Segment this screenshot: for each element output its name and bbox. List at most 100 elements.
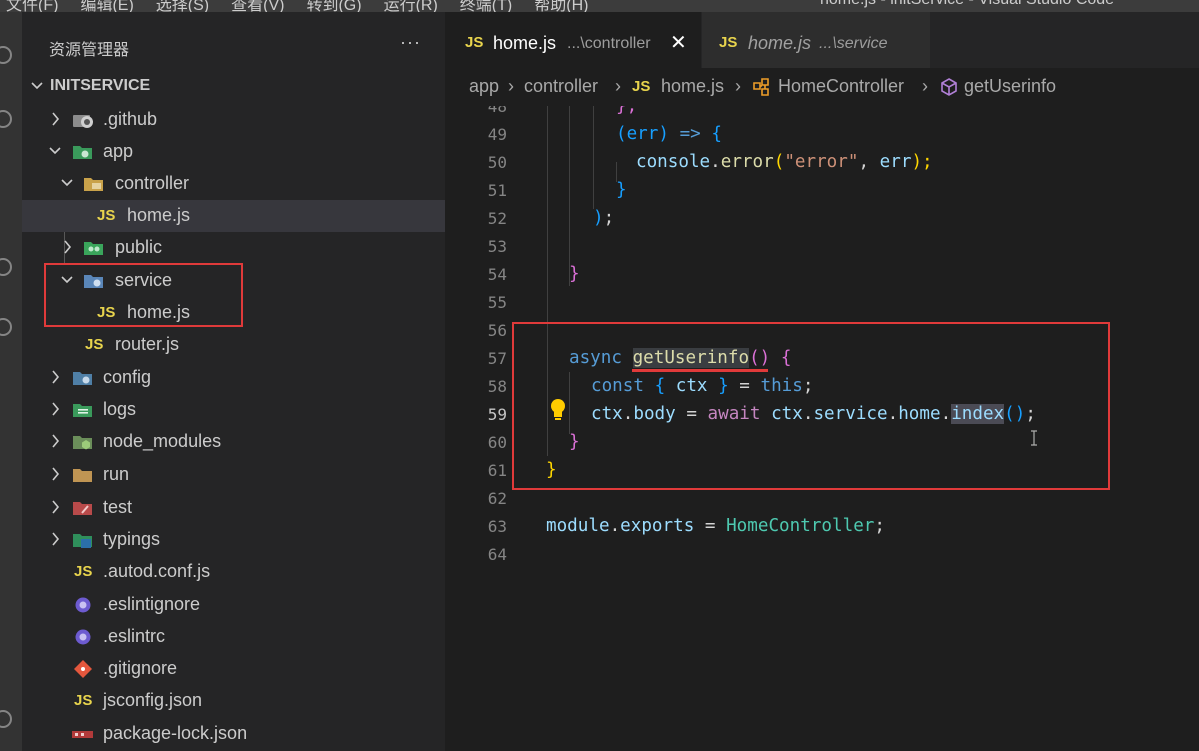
js-file-icon: JS [97, 207, 116, 224]
tree-item-gitignore[interactable]: .gitignore [22, 653, 445, 685]
breadcrumb-class[interactable]: HomeController [778, 76, 904, 97]
tree-item-router-js[interactable]: JS router.js [22, 329, 445, 361]
activity-bar [0, 12, 22, 751]
test-folder-icon [72, 499, 92, 517]
menu-help[interactable]: 帮助(H) [534, 0, 588, 12]
chevron-right-icon [48, 498, 62, 516]
tree-item-typings[interactable]: typings [22, 524, 445, 556]
code-token: module [546, 516, 610, 536]
tree-item-run[interactable]: run [22, 459, 445, 491]
line-number: 53 [487, 237, 507, 256]
method-icon [939, 77, 959, 102]
tree-item-label: .github [103, 109, 158, 129]
line-number: 61 [487, 461, 507, 480]
tree-item-label: .eslintrc [103, 626, 166, 646]
line-number: 56 [487, 321, 507, 340]
menu-file[interactable]: 文件(F) [6, 0, 58, 12]
indent-guide [593, 106, 594, 209]
tree-item-controller[interactable]: controller [22, 168, 445, 200]
tree-item-label: typings [103, 529, 161, 549]
chevron-right-icon [48, 110, 62, 128]
breadcrumb-app[interactable]: app [469, 76, 499, 97]
node-modules-folder-icon [72, 433, 92, 451]
breadcrumb-controller[interactable]: controller [524, 76, 598, 97]
more-actions-icon[interactable]: ··· [400, 32, 421, 53]
tab-controller-home-js[interactable]: JS home.js ...\controller ✕ [445, 12, 701, 68]
code-token: error [720, 152, 774, 172]
breadcrumb: app › controller › JS home.js › HomeCont… [445, 68, 1199, 106]
menu-selection[interactable]: 选择(S) [156, 0, 209, 12]
menu-go[interactable]: 转到(G) [306, 0, 361, 12]
editor-tabs: JS home.js ...\controller ✕ JS home.js .… [445, 12, 1199, 68]
tree-item-app[interactable]: app [22, 136, 445, 168]
code-token: , [858, 152, 880, 172]
explorer-title: 资源管理器 [49, 42, 130, 59]
breadcrumb-file[interactable]: home.js [661, 76, 724, 97]
highlight-box-method [512, 322, 1110, 490]
chevron-down-icon [60, 174, 74, 192]
menu-edit[interactable]: 编辑(E) [80, 0, 133, 12]
tree-item-jsconfig-json[interactable]: JS jsconfig.json [22, 685, 445, 717]
tree-item-autod-conf-js[interactable]: JS .autod.conf.js [22, 556, 445, 588]
highlight-box-service [44, 263, 243, 327]
js-file-icon: JS [85, 336, 104, 353]
breadcrumb-method[interactable]: getUserinfo [964, 76, 1056, 97]
tree-item-test[interactable]: test [22, 492, 445, 524]
debug-icon[interactable] [0, 258, 12, 276]
close-icon[interactable]: ✕ [670, 30, 687, 55]
code-token: ) [593, 208, 604, 228]
account-icon[interactable] [0, 710, 12, 728]
explorer-icon[interactable] [0, 46, 12, 64]
line-number: 55 [487, 293, 507, 312]
tab-path: ...\controller [567, 35, 651, 52]
tree-item-label: home.js [127, 205, 191, 225]
tab-service-home-js[interactable]: JS home.js ...\service [702, 12, 930, 68]
search-icon[interactable] [0, 110, 12, 128]
app-folder-icon [72, 143, 92, 161]
code-token: } [616, 180, 627, 200]
line-number: 62 [487, 489, 507, 508]
highlight-underline [632, 369, 768, 372]
code-token: . [609, 516, 621, 536]
tree-item-label: logs [103, 399, 137, 419]
explorer-root[interactable]: INITSERVICE [22, 71, 445, 103]
code-token: "error" [784, 152, 859, 172]
tab-filename: home.js [493, 33, 557, 53]
title-bar: 文件(F) 编辑(E) 选择(S) 查看(V) 转到(G) 运行(R) 终端(T) 帮助(H)… [0, 0, 1199, 12]
code-line-54: } [569, 264, 580, 284]
tree-item-eslintrc[interactable]: .eslintrc [22, 621, 445, 653]
config-folder-icon [72, 369, 92, 387]
chevron-down-icon [30, 77, 44, 95]
menu-bar[interactable]: 文件(F) 编辑(E) 选择(S) 查看(V) 转到(G) 运行(R) 终端(T) 帮助(H) [6, 0, 610, 12]
tree-item-label: config [103, 367, 152, 387]
tree-item-label: .eslintignore [103, 594, 201, 614]
line-number: 50 [487, 153, 507, 172]
menu-terminal[interactable]: 终端(T) [460, 0, 512, 12]
chevron-right-icon [48, 432, 62, 450]
tree-item-package-lock-json[interactable]: package-lock.json [22, 718, 445, 750]
line-number: 58 [487, 377, 507, 396]
tree-item-label: app [103, 141, 134, 161]
tree-item-controller-home-js[interactable]: JS home.js [22, 200, 445, 232]
tree-item-label: controller [115, 173, 190, 193]
tree-item-github[interactable]: .github [22, 104, 445, 136]
tree-item-label: package-lock.json [103, 723, 248, 743]
tree-item-config[interactable]: config [22, 362, 445, 394]
menu-run[interactable]: 运行(R) [384, 0, 438, 12]
indent-guide [569, 106, 570, 286]
tree-item-public[interactable]: public [22, 232, 445, 264]
tree-item-eslintignore[interactable]: .eslintignore [22, 589, 445, 621]
line-number: 54 [487, 265, 507, 284]
class-icon [751, 77, 771, 102]
code-line-50: console.error("error", err); [636, 152, 933, 172]
extensions-icon[interactable] [0, 318, 12, 336]
tree-item-logs[interactable]: logs [22, 394, 445, 426]
public-folder-icon [83, 239, 103, 257]
menu-view[interactable]: 查看(V) [231, 0, 284, 12]
chevron-right-icon: › [922, 76, 928, 96]
code-line-52: ); [593, 208, 614, 228]
code-line-51: } [616, 180, 627, 200]
chevron-right-icon [48, 400, 62, 418]
code-token: . [710, 152, 721, 172]
tree-item-node-modules[interactable]: node_modules [22, 426, 445, 458]
